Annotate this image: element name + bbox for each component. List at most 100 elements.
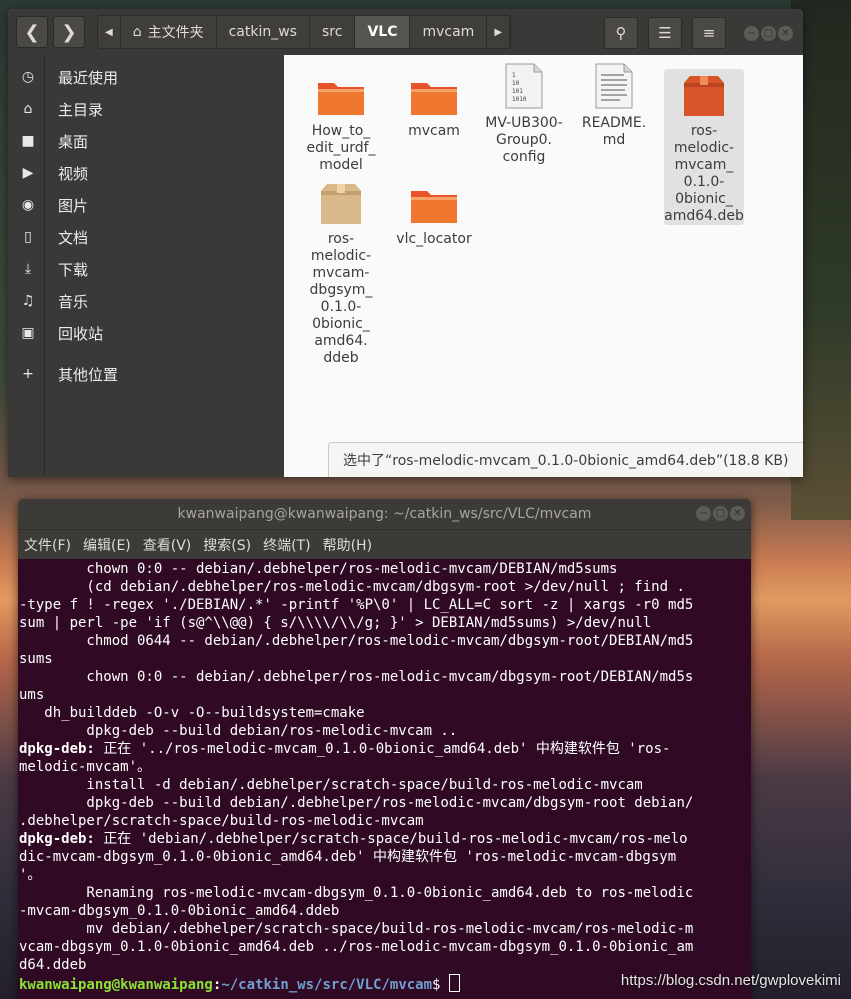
menu-search[interactable]: 搜索(S) xyxy=(203,535,251,555)
sidebar-item-9[interactable]: + 其他位置 xyxy=(8,358,284,390)
svg-text:10: 10 xyxy=(512,80,520,87)
terminal-minimize-button[interactable]: − xyxy=(696,506,711,521)
document-icon: ▯ xyxy=(24,229,32,245)
terminal-line: -type f ! -regex './DEBIAN/.*' -printf '… xyxy=(19,597,694,613)
sidebar-item-2[interactable]: ■ 桌面 xyxy=(8,125,284,157)
terminal-window: kwanwaipang@kwanwaipang: ~/catkin_ws/src… xyxy=(18,499,751,999)
sidebar-item-3[interactable]: ▶ 视频 xyxy=(8,157,284,189)
file-name: README. md xyxy=(581,115,647,148)
sidebar-item-4[interactable]: ◉ 图片 xyxy=(8,189,284,221)
sidebar-item-7[interactable]: ♫ 音乐 xyxy=(8,285,284,317)
sidebar-item-label: 主目录 xyxy=(58,100,104,119)
file-item[interactable]: ros- melodic- mvcam_ 0.1.0- 0bionic_ amd… xyxy=(664,69,744,225)
terminal-line: .debhelper/scratch-space/build-ros-melod… xyxy=(19,813,424,829)
file-name: vlc_locator xyxy=(396,231,472,247)
file-item[interactable]: vlc_locator xyxy=(394,177,474,248)
menu-file[interactable]: 文件(F) xyxy=(24,535,71,555)
sidebar-item-1[interactable]: ⌂ 主目录 xyxy=(8,93,284,125)
sidebar-item-label: 回收站 xyxy=(58,324,104,343)
sidebar-item-0[interactable]: ◷ 最近使用 xyxy=(8,61,284,93)
terminal-line: '。 xyxy=(19,867,42,883)
terminal-line: chown 0:0 -- debian/.debhelper/ros-melod… xyxy=(19,561,618,577)
clock-icon: ◷ xyxy=(21,69,35,85)
terminal-menubar: 文件(F) 编辑(E) 查看(V) 搜索(S) 终端(T) 帮助(H) xyxy=(18,529,751,559)
crumb-home[interactable]: ⌂ 主文件夹 xyxy=(120,16,217,48)
terminal-line: -mvcam-dbgsym_0.1.0-0bionic_amd64.ddeb xyxy=(19,903,340,919)
sidebar-item-5[interactable]: ▯ 文档 xyxy=(8,221,284,253)
chevron-left-icon: ❮ xyxy=(24,21,40,43)
crumb-vlc[interactable]: VLC xyxy=(355,16,411,48)
sidebar-item-label: 图片 xyxy=(58,196,89,215)
file-name: How_to_ edit_urdf_ model xyxy=(306,123,376,173)
file-name: mvcam xyxy=(408,123,460,139)
file-item[interactable]: ros- melodic- mvcam- dbgsym_ 0.1.0- 0bio… xyxy=(301,177,381,367)
file-item[interactable]: README. md xyxy=(574,61,654,149)
file-name: ros- melodic- mvcam- dbgsym_ 0.1.0- 0bio… xyxy=(309,231,373,366)
file-manager-window: ❮ ❯ ◀ ⌂ 主文件夹 catkin_ws src VLC mvcam ▶ ⚲… xyxy=(8,9,803,477)
maximize-button[interactable]: □ xyxy=(761,25,776,41)
menu-view[interactable]: 查看(V) xyxy=(143,535,192,555)
terminal-output[interactable]: chown 0:0 -- debian/.debhelper/ros-melod… xyxy=(18,559,751,994)
prompt-path: ~/catkin_ws/src/VLC/mvcam xyxy=(221,977,433,993)
places-sidebar: ◷ 最近使用 ⌂ 主目录 ■ 桌面 ▶ 视频 ◉ 图片 ▯ 文档 ⤓ 下载 ♫ 音乐 ▣ 回收站 + 其他位置 xyxy=(8,55,284,477)
package-icon xyxy=(301,177,381,225)
video-icon: ▶ xyxy=(22,165,34,181)
sidebar-item-label: 桌面 xyxy=(58,132,89,151)
package-icon xyxy=(664,69,744,117)
file-name: ros- melodic- mvcam_ 0.1.0- 0bionic_ amd… xyxy=(664,123,744,224)
prompt-symbol: $ xyxy=(432,977,449,993)
file-icon xyxy=(574,61,654,109)
file-item[interactable]: 1 10 101 1010 MV-UB300- Group0. config xyxy=(484,61,564,166)
music-icon: ♫ xyxy=(21,293,35,309)
file-manager-headerbar: ❮ ❯ ◀ ⌂ 主文件夹 catkin_ws src VLC mvcam ▶ ⚲… xyxy=(8,9,803,55)
crumb-src[interactable]: src xyxy=(309,16,356,48)
terminal-line: Renaming ros-melodic-mvcam-dbgsym_0.1.0-… xyxy=(19,885,694,901)
plus-icon: + xyxy=(22,366,34,382)
back-button[interactable]: ❮ xyxy=(16,16,48,48)
svg-text:1: 1 xyxy=(512,72,516,79)
file-item[interactable]: mvcam xyxy=(394,69,474,140)
file-item[interactable]: How_to_ edit_urdf_ model xyxy=(301,69,381,174)
minimize-button[interactable]: − xyxy=(744,25,759,41)
breadcrumb: ◀ ⌂ 主文件夹 catkin_ws src VLC mvcam ▶ xyxy=(97,15,512,49)
forward-button[interactable]: ❯ xyxy=(53,16,85,48)
sidebar-item-6[interactable]: ⤓ 下载 xyxy=(8,253,284,285)
sidebar-item-label: 视频 xyxy=(58,164,89,183)
sidebar-item-label: 最近使用 xyxy=(58,68,119,87)
search-icon: ⚲ xyxy=(615,24,627,42)
menu-edit[interactable]: 编辑(E) xyxy=(83,535,131,555)
search-button[interactable]: ⚲ xyxy=(604,17,638,49)
status-bar: 选中了“ros-melodic-mvcam_0.1.0-0bionic_amd6… xyxy=(328,442,803,477)
terminal-line: dpkg-deb --build debian/.debhelper/ros-m… xyxy=(19,795,694,811)
sidebar-item-label: 文档 xyxy=(58,228,89,247)
list-view-icon: ☰ xyxy=(658,24,672,42)
path-left-arrow[interactable]: ◀ xyxy=(98,16,121,48)
view-toggle-button[interactable]: ☰ xyxy=(648,17,682,49)
terminal-maximize-button[interactable]: □ xyxy=(713,506,728,521)
home-icon: ⌂ xyxy=(23,101,33,117)
terminal-line: chown 0:0 -- debian/.debhelper/ros-melod… xyxy=(19,669,694,685)
file-icon: 1 10 101 1010 xyxy=(484,61,564,109)
sidebar-item-label: 下载 xyxy=(58,260,89,279)
file-name: MV-UB300- Group0. config xyxy=(485,115,563,165)
prompt-user: kwanwaipang@kwanwaipang xyxy=(19,977,213,993)
terminal-close-button[interactable]: ✕ xyxy=(730,506,745,521)
crumb-catkin-ws[interactable]: catkin_ws xyxy=(216,16,310,48)
close-button[interactable]: ✕ xyxy=(778,25,793,41)
menu-terminal[interactable]: 终端(T) xyxy=(263,535,310,555)
folder-icon xyxy=(394,177,474,225)
crumb-mvcam[interactable]: mvcam xyxy=(410,16,488,48)
path-right-arrow[interactable]: ▶ xyxy=(487,16,511,48)
sidebar-item-label: 音乐 xyxy=(58,292,89,311)
sidebar-item-8[interactable]: ▣ 回收站 xyxy=(8,317,284,349)
terminal-line: sum | perl -pe 'if (s@^\\@@) { s/\\\\/\\… xyxy=(19,615,652,631)
text-cursor xyxy=(448,974,460,992)
folder-icon: ■ xyxy=(21,133,35,149)
folder-icon xyxy=(301,69,381,117)
file-view: 选中了“ros-melodic-mvcam_0.1.0-0bionic_amd6… xyxy=(284,55,803,477)
terminal-line: dic-mvcam-dbgsym_0.1.0-0bionic_amd64.deb… xyxy=(19,849,677,865)
menu-button[interactable]: ≡ xyxy=(692,17,726,49)
terminal-line: ums xyxy=(19,687,45,703)
menu-help[interactable]: 帮助(H) xyxy=(323,535,372,555)
terminal-line: install -d debian/.debhelper/scratch-spa… xyxy=(19,777,643,793)
